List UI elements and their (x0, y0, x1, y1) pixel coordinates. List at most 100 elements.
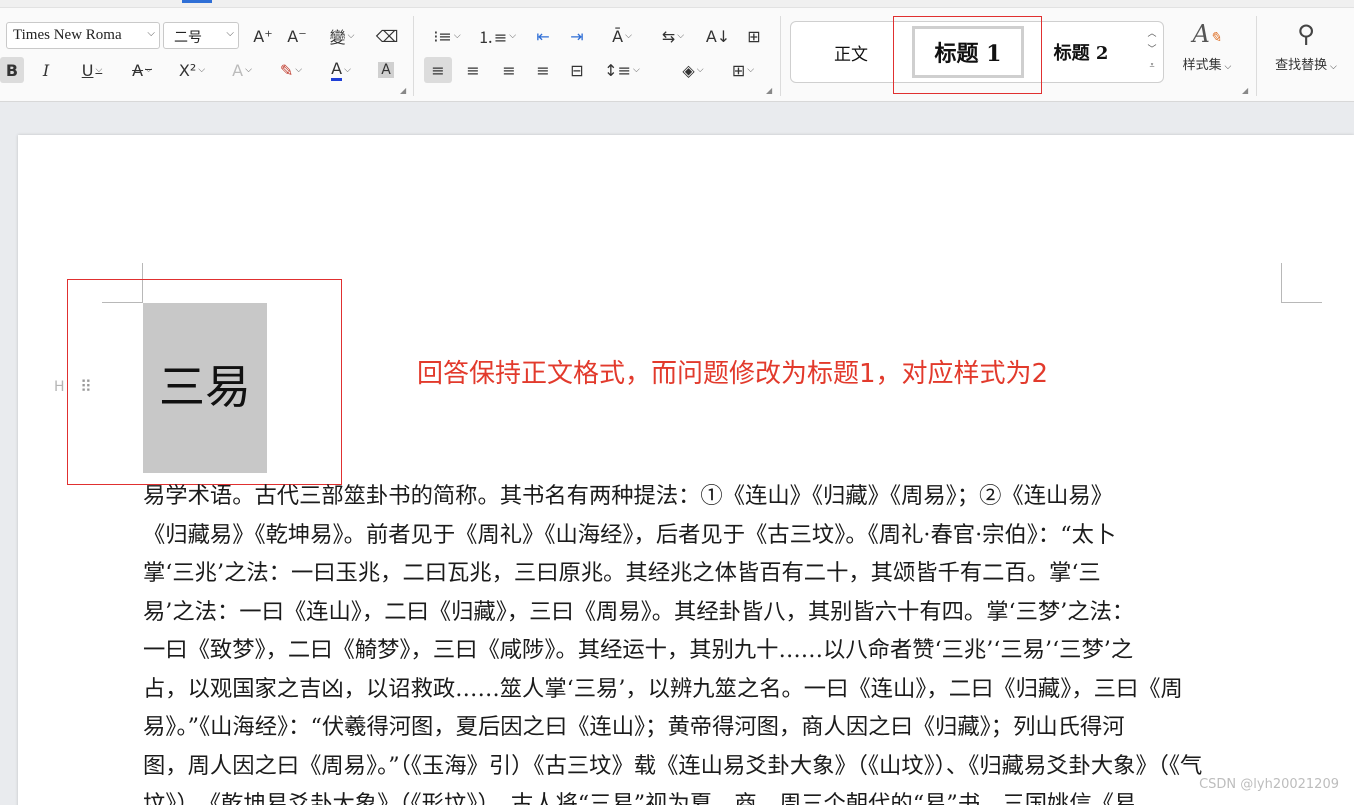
font-size-select[interactable]: 二号 ⌵ (163, 22, 239, 49)
borders-button[interactable]: ⊞ ⌵ (724, 57, 762, 83)
justify-icon: ≡ (536, 60, 550, 80)
font-color-button[interactable]: A ⌵ (322, 57, 360, 83)
chevron-down-icon: ⌵ (95, 65, 103, 75)
distributed-button[interactable]: ⊟ (564, 57, 590, 83)
numbered-list-icon: ⒈≡ (477, 28, 508, 47)
document-body[interactable]: 易学术语。古代三部筮卦书的简称。其书名有两种提法：①《连山》《归藏》《周易》；②… (143, 477, 1283, 805)
body-line: 易学术语。古代三部筮卦书的简称。其书名有两种提法：①《连山》《归藏》《周易》；②… (143, 483, 1113, 509)
body-line: 易’之法：一曰《连山》，二曰《归藏》，三曰《周易》。其经卦皆八，其别皆六十有四。… (143, 598, 1135, 625)
ribbon-toolbar: Times New Roma ⌵ 二号 ⌵ A⁺ A⁻ 變 ⌵ ⌫ B I U ⌵ … (0, 0, 1354, 102)
char-shading-button[interactable]: A (374, 57, 398, 83)
increase-indent-icon: ⇥ (570, 26, 584, 46)
bold-icon: B (5, 60, 19, 80)
chevron-down-icon: ⌵ (245, 65, 252, 75)
crop-mark (1281, 302, 1322, 303)
sort-button[interactable]: ⇆ ⌵ (654, 23, 692, 49)
distributed-icon: ⊟ (570, 60, 584, 80)
find-replace-label: 查找替换 (1275, 58, 1328, 73)
decrease-indent-button[interactable]: ⇤ (530, 23, 556, 49)
sort-az-icon: A↓ (705, 26, 731, 46)
style-set-label: 样式集 (1182, 58, 1222, 73)
chevron-down-icon: ⌵ (145, 65, 152, 75)
chevron-down-icon: ⌵ (509, 31, 517, 41)
justify-button[interactable]: ≡ (530, 57, 556, 83)
styles-dialog-launcher-icon[interactable]: ◢ (1242, 86, 1248, 95)
text-direction-button[interactable]: Ā ⌵ (602, 23, 642, 49)
columns-button[interactable]: ⊞ (740, 23, 768, 49)
sort-icon: ⇆ (661, 26, 676, 46)
watermark: CSDN @lyh20021209 (1199, 777, 1339, 792)
borders-icon: ⊞ (731, 60, 746, 80)
clear-format-button[interactable]: ⌫ (373, 23, 401, 49)
sort-az-button[interactable]: A↓ (704, 23, 732, 49)
align-right-button[interactable]: ≡ (496, 57, 522, 83)
font-size-value: 二号 (174, 30, 202, 46)
style-set-icon: A✎ (1192, 20, 1222, 48)
phonetic-guide-button[interactable]: 變 ⌵ (322, 23, 362, 49)
font-name-select[interactable]: Times New Roma ⌵ (6, 22, 160, 49)
bullet-list-icon: ⁝≡ (433, 26, 452, 46)
align-center-icon: ≡ (466, 60, 480, 80)
text-effect-icon: A (232, 60, 244, 80)
chevron-down-icon: ⌵ (625, 31, 632, 41)
crop-mark (1281, 263, 1282, 303)
style-normal-label: 正文 (834, 44, 868, 65)
style-heading-2[interactable]: 标题 2 (1031, 22, 1131, 82)
chevron-up-icon[interactable]: ︿ (1145, 26, 1159, 42)
shrink-font-icon: A⁻ (287, 26, 307, 46)
style-heading-2-label: 标题 2 (1053, 43, 1109, 64)
gallery-expand-icon[interactable]: ⩡ (1145, 58, 1159, 74)
align-right-icon: ≡ (502, 60, 516, 80)
bold-button[interactable]: B (0, 57, 24, 83)
shrink-font-button[interactable]: A⁻ (284, 23, 310, 49)
chevron-down-icon: ⌵ (344, 65, 351, 75)
line-spacing-button[interactable]: ↕≡ ⌵ (602, 57, 642, 83)
strikethrough-icon: A (132, 60, 144, 80)
char-shading-icon: A (378, 62, 394, 78)
shading-icon: ◈ (682, 60, 695, 80)
grow-font-icon: A⁺ (253, 26, 273, 46)
bullet-list-button[interactable]: ⁝≡ ⌵ (428, 23, 466, 49)
body-line: 坟》）、《乾坤易爻卦大象》（《形坟》）。古人将“三易”视为夏、商、周三个朝代的“… (143, 791, 1137, 805)
chevron-down-icon: ⌵ (295, 65, 303, 75)
chevron-down-icon: ⌵ (226, 28, 234, 39)
annotation-box-heading-style (893, 16, 1042, 94)
chevron-down-icon: ⌵ (198, 65, 206, 75)
phonetic-guide-icon: 變 (329, 28, 346, 47)
chevron-down-icon: ⌵ (747, 65, 755, 75)
search-icon: ⚲ (1297, 20, 1315, 48)
chevron-down-icon[interactable]: ﹀ (1145, 42, 1159, 58)
italic-icon: I (42, 60, 50, 80)
chevron-down-icon: ⌵ (453, 31, 461, 41)
body-line: 占，以观国家之吉凶，以诏救政……筮人掌‘三易’，以辨九筮之名。一曰《连山》，二曰… (143, 675, 1183, 702)
increase-indent-button[interactable]: ⇥ (564, 23, 590, 49)
find-replace-button[interactable]: ⚲ 查找替换 ⌵ (1268, 20, 1344, 73)
body-line: 图，周人因之曰《周易》。”（《玉海》引）《古三坟》载《连山易爻卦大象》（《山坟》… (143, 752, 1203, 779)
columns-icon: ⊞ (747, 26, 761, 46)
grow-font-button[interactable]: A⁺ (250, 23, 276, 49)
chevron-down-icon: ⌵ (1221, 62, 1232, 72)
highlight-button[interactable]: ✎ ⌵ (272, 57, 310, 83)
gallery-scroll[interactable]: ︿ ﹀ ⩡ (1145, 26, 1159, 74)
shading-button[interactable]: ◈ ⌵ (674, 57, 712, 83)
group-divider (1256, 16, 1257, 96)
font-color-icon: A (331, 59, 343, 81)
numbered-list-button[interactable]: ⒈≡ ⌵ (478, 23, 516, 49)
chevron-down-icon: ⌵ (677, 31, 685, 41)
paragraph-dialog-launcher-icon[interactable]: ◢ (766, 86, 772, 95)
align-center-button[interactable]: ≡ (460, 57, 486, 83)
underline-button[interactable]: U ⌵ (74, 57, 110, 83)
heading-style-marker: H (54, 379, 65, 395)
style-set-button[interactable]: A✎ 样式集 ⌵ (1172, 20, 1242, 73)
body-line: 一曰《致梦》，二曰《觭梦》，三曰《咸陟》。其经运十，其别九十……以八命者赞‘三兆… (143, 637, 1134, 663)
chevron-down-icon: ⌵ (1327, 62, 1337, 72)
chevron-down-icon: ⌵ (347, 31, 355, 41)
font-dialog-launcher-icon[interactable]: ◢ (400, 86, 406, 95)
superscript-button[interactable]: X² ⌵ (172, 57, 212, 83)
strikethrough-button[interactable]: A ⌵ (124, 57, 160, 83)
italic-button[interactable]: I (34, 57, 58, 83)
body-line: 易》。”《山海经》：“伏羲得河图，夏后因之曰《连山》；黄帝得河图，商人因之曰《归… (143, 714, 1125, 740)
align-left-button[interactable]: ≡ (424, 57, 452, 83)
text-effect-button[interactable]: A ⌵ (224, 57, 260, 83)
body-line: 掌‘三兆’之法：一曰玉兆，二曰瓦兆，三曰原兆。其经兆之体皆百有二十，其颂皆千有二… (143, 560, 1101, 586)
